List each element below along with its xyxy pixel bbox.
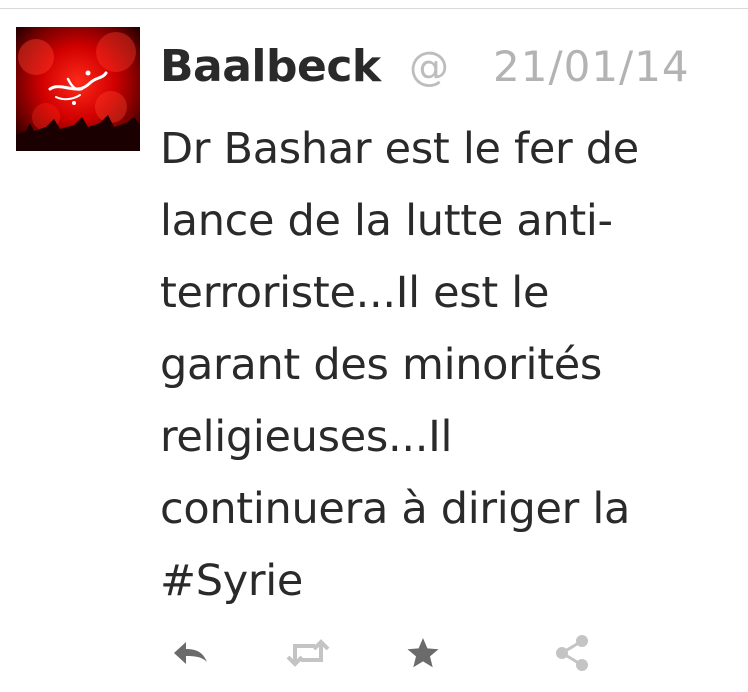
tweet-timestamp[interactable]: 21/01/14 [493, 39, 690, 95]
reply-icon [174, 642, 207, 664]
avatar[interactable] [16, 27, 140, 151]
tweet-text-line: lance de la lutte anti- [160, 196, 613, 246]
share-icon [556, 635, 588, 671]
tweet-text-line: garant des minorités [160, 340, 603, 390]
tweet-actions [0, 629, 748, 677]
tweet-card[interactable]: Baalbeck @ 21/01/14 Dr Bashar est le fer… [0, 9, 748, 692]
retweet-button[interactable] [284, 629, 332, 677]
tweet-text-line: religieuses...Il [160, 412, 453, 462]
hashtag-link[interactable]: #Syrie [160, 545, 740, 617]
tweet-text-line: Dr Bashar est le fer de [160, 124, 639, 174]
tweet-header: Baalbeck @ 21/01/14 [160, 39, 748, 101]
reply-button[interactable] [166, 629, 214, 677]
avatar-image [16, 27, 140, 151]
tweet-text-line: terroriste...Il est le [160, 268, 550, 318]
author-name[interactable]: Baalbeck [160, 39, 381, 95]
favorite-button[interactable] [399, 629, 447, 677]
star-icon [407, 638, 439, 668]
retweet-icon [286, 639, 330, 667]
author-handle[interactable]: @ [409, 39, 449, 95]
tweet-text-line: continuera à diriger la [160, 484, 631, 534]
tweet-text: Dr Bashar est le fer de lance de la lutt… [160, 113, 740, 617]
share-button[interactable] [548, 629, 596, 677]
